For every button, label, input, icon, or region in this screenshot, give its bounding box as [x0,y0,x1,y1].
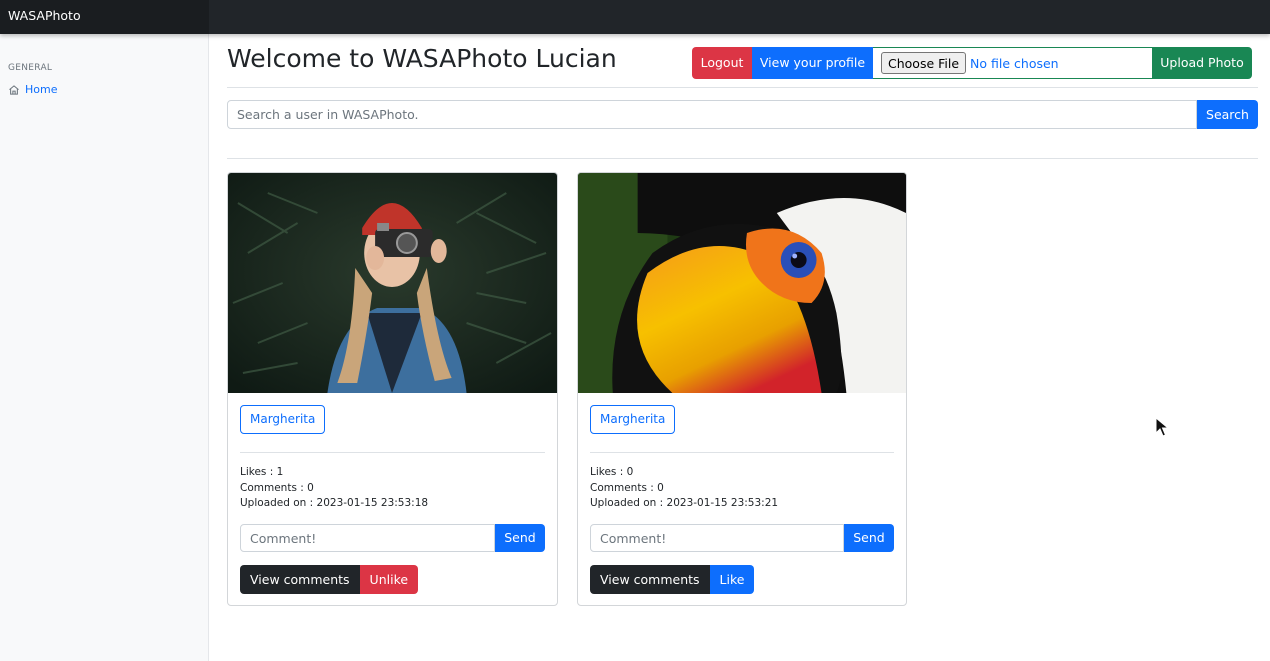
choose-file-button[interactable]: Choose File [881,52,967,74]
comment-input[interactable] [240,524,495,552]
comment-input[interactable] [590,524,844,552]
upload-photo-button[interactable]: Upload Photo [1152,47,1252,79]
mouse-cursor-icon [1155,417,1169,437]
divider [240,452,545,453]
comment-form: Send [590,524,894,552]
send-comment-button[interactable]: Send [495,524,545,552]
view-profile-button[interactable]: View your profile [752,47,873,79]
main-content: Welcome to WASAPhoto Lucian Logout View … [227,34,1258,661]
view-comments-button[interactable]: View comments [590,565,710,594]
photo-image [228,173,557,393]
divider [227,158,1258,159]
header-actions: Logout View your profile Choose File No … [692,47,1252,79]
sidebar-item-home[interactable]: Home [8,83,57,96]
comments-count: Comments : 0 [590,481,664,494]
file-status: No file chosen [970,55,1059,71]
home-icon [9,84,19,95]
file-input[interactable]: Choose File No file chosen [873,47,1152,79]
likes-count: Likes : 1 [240,466,284,478]
likes-count: Likes : 0 [590,466,634,478]
divider [590,452,894,453]
photo-image [578,173,906,393]
like-button[interactable]: Like [709,565,755,594]
photo-card: Margherita Likes : 0 Comments : 0 Upload… [577,172,907,606]
top-navbar: WASAPhoto [0,0,1270,34]
owner-profile-button[interactable]: Margherita [240,405,326,434]
divider [227,87,1258,88]
sidebar-item-label: Home [25,83,58,96]
sidebar-heading: GENERAL [8,63,53,73]
search-input[interactable] [227,100,1197,129]
photo-stats: Likes : 1 Comments : 0 Uploaded on : 202… [240,465,428,512]
search-bar: Search [227,100,1258,129]
upload-date: Uploaded on : 2023-01-15 23:53:21 [590,497,779,509]
comment-form: Send [240,524,545,552]
page-title: Welcome to WASAPhoto Lucian [227,44,617,73]
photo-stats: Likes : 0 Comments : 0 Uploaded on : 202… [590,465,778,512]
view-comments-button[interactable]: View comments [240,565,360,594]
card-actions: View comments Unlike [240,565,419,594]
comments-count: Comments : 0 [240,481,314,494]
sidebar: GENERAL Home [0,34,209,661]
upload-date: Uploaded on : 2023-01-15 23:53:18 [240,497,429,509]
search-button[interactable]: Search [1197,100,1258,129]
logout-button[interactable]: Logout [692,47,752,79]
brand-logo[interactable]: WASAPhoto [0,0,209,34]
photo-card: Margherita Likes : 1 Comments : 0 Upload… [227,172,558,606]
owner-profile-button[interactable]: Margherita [590,405,676,434]
card-actions: View comments Like [590,565,755,594]
send-comment-button[interactable]: Send [844,524,894,552]
unlike-button[interactable]: Unlike [359,565,419,594]
